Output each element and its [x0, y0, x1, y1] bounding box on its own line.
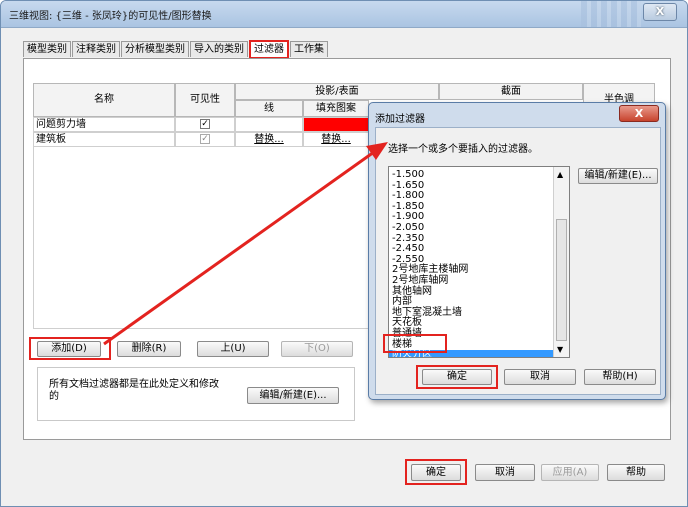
filter-list-items: -1.500 -1.650 -1.800 -1.850 -1.900 -2.050 -2.3…: [389, 167, 553, 357]
dialog-edit-new-button[interactable]: 编辑/新建(E)...: [578, 168, 658, 184]
row2-fill-override-link[interactable]: 替换...: [321, 134, 351, 145]
row1-visibility-checkbox[interactable]: ✓: [200, 119, 210, 129]
tab-model-categories[interactable]: 模型类别: [23, 41, 71, 57]
col-line-header: 线: [235, 100, 303, 117]
projection-group-header: 投影/表面: [235, 83, 439, 100]
row2-line-override-link[interactable]: 替换...: [254, 134, 284, 145]
help-button[interactable]: 帮助: [607, 464, 665, 481]
filter-list-item[interactable]: 2号地库轴网: [392, 276, 448, 286]
tab-analytical-model-categories[interactable]: 分析模型类别: [121, 41, 189, 57]
scroll-thumb[interactable]: [556, 219, 567, 341]
dialog-close-button[interactable]: X: [619, 105, 659, 122]
edit-new-button[interactable]: 编辑/新建(E)...: [247, 387, 339, 404]
row1-visibility-cell: ✓: [175, 117, 235, 132]
filter-listbox[interactable]: -1.500 -1.650 -1.800 -1.850 -1.900 -2.050 -2.3…: [388, 166, 570, 358]
section-group-header: 截面: [439, 83, 583, 100]
dialog-title: 添加过滤器: [375, 114, 425, 125]
scroll-down-icon[interactable]: ▼: [557, 345, 563, 354]
filter-list-item[interactable]: -2.450: [392, 244, 424, 254]
col-name-header: 名称: [33, 83, 175, 117]
dialog-ok-button[interactable]: 确定: [422, 369, 492, 385]
window-title: 三维视图: {三维 - 张凤玲}的可见性/图形替换: [9, 11, 212, 22]
dialog-body: 选择一个或多个要插入的过滤器。 -1.500 -1.650 -1.800 -1.850…: [375, 127, 661, 395]
tab-annotation-categories[interactable]: 注释类别: [72, 41, 120, 57]
apply-button[interactable]: 应用(A): [541, 464, 599, 481]
titlebar-decoration: [581, 1, 641, 27]
row1-name[interactable]: 问题剪力墙: [33, 117, 175, 132]
row2-name[interactable]: 建筑板: [33, 132, 175, 147]
filter-list-item[interactable]: 2号地库主楼轴网: [392, 265, 468, 275]
filter-list-item[interactable]: -1.850: [392, 201, 424, 212]
filter-list-item[interactable]: -1.800: [392, 191, 424, 201]
window-close-button[interactable]: X: [643, 3, 677, 21]
filter-list-item[interactable]: -1.500: [392, 170, 424, 180]
move-down-button[interactable]: 下(O): [281, 341, 353, 357]
row1-fill-swatch[interactable]: [303, 117, 369, 132]
filter-list-item[interactable]: -1.650: [392, 180, 424, 191]
row1-line[interactable]: [235, 117, 303, 132]
title-bar: 三维视图: {三维 - 张凤玲}的可见性/图形替换 X: [1, 1, 687, 28]
col-fill-header: 填充图案: [303, 100, 369, 117]
tab-strip: 模型类别 注释类别 分析模型类别 导入的类别 过滤器 工作集: [23, 40, 329, 59]
delete-button[interactable]: 删除(R): [117, 341, 181, 357]
filter-list-item[interactable]: 内部: [392, 297, 412, 307]
dialog-prompt: 选择一个或多个要插入的过滤器。: [388, 144, 538, 155]
tab-imported-categories[interactable]: 导入的类别: [190, 41, 248, 57]
filter-list-item[interactable]: -2.050: [392, 223, 424, 233]
dialog-help-button[interactable]: 帮助(H): [584, 369, 656, 385]
ok-button[interactable]: 确定: [411, 464, 461, 481]
row2-visibility-checkbox[interactable]: ✓: [200, 134, 210, 144]
move-up-button[interactable]: 上(U): [197, 341, 269, 357]
tab-worksets[interactable]: 工作集: [290, 41, 328, 57]
scroll-up-icon[interactable]: ▲: [557, 170, 563, 179]
col-visibility-header: 可见性: [175, 83, 235, 117]
row2-visibility-cell: ✓: [175, 132, 235, 147]
list-scrollbar[interactable]: ▲ ▼: [553, 167, 569, 357]
filter-list-item[interactable]: -1.900: [392, 212, 424, 222]
add-filters-dialog: 添加过滤器 X 选择一个或多个要插入的过滤器。 -1.500 -1.650 -1.8…: [368, 102, 666, 400]
selected-item-highlight: [383, 334, 447, 353]
add-button[interactable]: 添加(D): [37, 341, 101, 357]
row2-fill-override: 替换...: [303, 132, 369, 147]
filter-list-item[interactable]: 天花板: [392, 318, 422, 328]
dialog-cancel-button[interactable]: 取消: [504, 369, 576, 385]
filter-list-item[interactable]: -2.350: [392, 233, 424, 244]
cancel-button[interactable]: 取消: [475, 464, 535, 481]
info-text: 所有文档过滤器都是在此处定义和修改的: [49, 379, 219, 402]
row2-line-override: 替换...: [235, 132, 303, 147]
tab-filters[interactable]: 过滤器: [249, 40, 289, 59]
